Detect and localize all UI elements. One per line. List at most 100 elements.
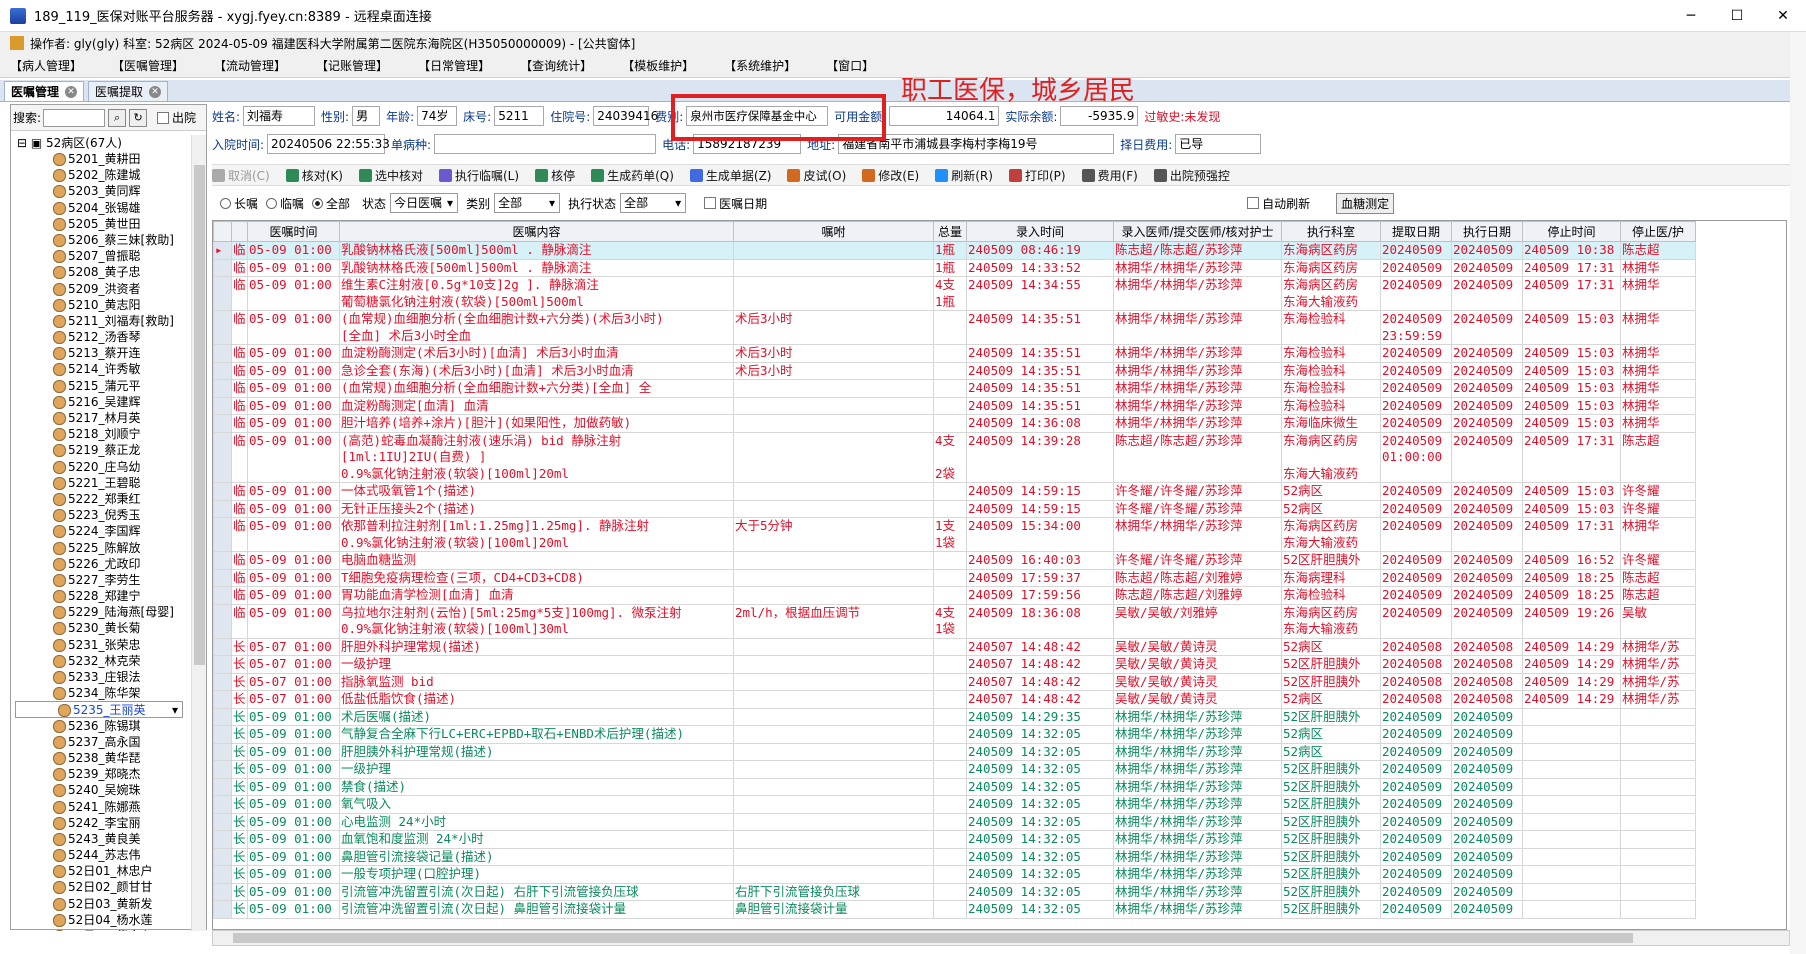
- menu-item[interactable]: 【窗口】: [826, 57, 874, 74]
- menu-item[interactable]: 【查询统计】: [520, 57, 592, 74]
- column-header[interactable]: 录入时间: [966, 221, 1114, 242]
- column-header[interactable]: 嘱咐: [733, 221, 934, 242]
- row-indicator[interactable]: [213, 344, 232, 363]
- row-indicator[interactable]: [213, 414, 232, 433]
- table-row[interactable]: 临 05-09 01:00 乳酸钠林格氏液[500ml]500ml . 静脉滴注 1瓶…: [213, 258, 1696, 277]
- patient-node[interactable]: 5243_黄良美: [11, 831, 191, 847]
- patient-node[interactable]: 5212_汤香琴: [11, 329, 191, 345]
- patient-node[interactable]: 5219_蔡正龙: [11, 442, 191, 458]
- search-input[interactable]: [43, 108, 106, 127]
- window-scrollbar[interactable]: [1790, 32, 1806, 954]
- patient-node[interactable]: 5235_王丽英: [15, 701, 183, 719]
- table-row[interactable]: 长 05-07 01:00 指脉氧监测 bid 240507 14:48:42 吴敏/吴…: [213, 672, 1696, 691]
- exec-status-select[interactable]: 全部: [620, 193, 687, 213]
- row-indicator[interactable]: [213, 603, 232, 639]
- refresh-icon[interactable]: ↻: [129, 108, 148, 127]
- execute-temp-button[interactable]: 执行临嘱(L): [439, 167, 519, 184]
- patient-node[interactable]: 5205_黄世田: [11, 216, 191, 232]
- row-indicator[interactable]: [213, 690, 232, 709]
- row-indicator[interactable]: [213, 725, 232, 744]
- table-row[interactable]: 临 05-09 01:00 电脑血糖监测 240509 16:40:03 许冬耀/许冬耀…: [213, 551, 1696, 570]
- skin-test-button[interactable]: 皮试(O): [787, 167, 846, 184]
- check-stop-button[interactable]: 核停: [535, 167, 575, 184]
- menu-item[interactable]: 【系统维护】: [724, 57, 796, 74]
- tree-root[interactable]: ⊟ ▣ 52病区(67人): [11, 135, 191, 151]
- scroll-thumb[interactable]: [194, 165, 205, 665]
- table-row[interactable]: 长 05-09 01:00 一般专项护理(口腔护理) 240509 14:32:05 林…: [213, 865, 1696, 884]
- patient-node[interactable]: 5214_许秀敏: [11, 361, 191, 377]
- temp-order-radio[interactable]: [266, 197, 278, 209]
- all-order-radio[interactable]: [312, 197, 324, 209]
- row-indicator[interactable]: [213, 276, 232, 311]
- patient-node[interactable]: 5229_陆海燕[母婴]: [11, 604, 191, 620]
- table-row[interactable]: 长 05-09 01:00 肝胆胰外科护理常规(描述) 240509 14:32:05…: [213, 742, 1696, 761]
- patient-node[interactable]: 5240_吴婉珠: [11, 782, 191, 798]
- table-row[interactable]: 临 05-09 01:00 T细胞免疫病理检查(三项，CD4+CD3+CD8) 240…: [213, 568, 1696, 587]
- type-select[interactable]: 全部: [494, 193, 561, 213]
- table-row[interactable]: 长 05-09 01:00 气静复合全麻下行LC+ERC+EPBD+取石+ENBD术…: [213, 725, 1696, 744]
- maximize-button[interactable]: ☐: [1714, 0, 1760, 32]
- row-indicator[interactable]: [213, 847, 232, 866]
- row-indicator[interactable]: [213, 900, 232, 919]
- patient-node[interactable]: 5236_陈锡琪: [11, 718, 191, 734]
- patient-node[interactable]: 5244_苏志伟: [11, 847, 191, 863]
- tab-order-management[interactable]: 医嘱管理 ✕: [4, 81, 85, 101]
- patient-node[interactable]: 5222_郑秉红: [11, 491, 191, 507]
- row-indicator[interactable]: [213, 672, 232, 691]
- patient-node[interactable]: 5210_黄志阳: [11, 297, 191, 313]
- patient-node[interactable]: 5225_陈解放: [11, 540, 191, 556]
- modify-button[interactable]: 修改(E): [862, 167, 919, 184]
- row-indicator[interactable]: [213, 830, 232, 849]
- column-header[interactable]: 停止医/护: [1620, 221, 1696, 242]
- patient-node[interactable]: 5226_尤政印: [11, 556, 191, 572]
- row-indicator[interactable]: [213, 865, 232, 884]
- row-indicator[interactable]: [213, 637, 232, 656]
- patient-node[interactable]: 5239_郑晓杰: [11, 766, 191, 782]
- table-row[interactable]: 临 05-09 01:00 依那普利拉注射剂[1ml:1.25mg]1.25mg].…: [213, 517, 1696, 552]
- table-row[interactable]: 临 05-09 01:00 血淀粉酶测定[血清] 血清 240509 14:35:51…: [213, 396, 1696, 415]
- table-row[interactable]: 临 05-09 01:00 胃功能血清学检测[血清] 血清 240509 17:59:…: [213, 586, 1696, 605]
- column-header[interactable]: 总量: [933, 221, 967, 242]
- long-order-radio[interactable]: [220, 197, 231, 209]
- patient-node[interactable]: 5221_王碧聪: [11, 475, 191, 491]
- table-row[interactable]: 临 05-09 01:00 无针正压接头2个(描述) 240509 14:59:15 许…: [213, 499, 1696, 518]
- menu-item[interactable]: 【流动管理】: [214, 57, 286, 74]
- column-header[interactable]: 录入医师/提交医师/核对护士: [1113, 221, 1282, 242]
- tab-order-extract[interactable]: 医嘱提取 ✕: [88, 81, 169, 101]
- patient-node[interactable]: 5215_蒲元平: [11, 378, 191, 394]
- table-row[interactable]: 长 05-09 01:00 禁食(描述) 240509 14:32:05 林拥华/林拥华…: [213, 777, 1696, 796]
- column-header[interactable]: 执行科室: [1281, 221, 1381, 242]
- patient-node[interactable]: 5230_黄长菊: [11, 620, 191, 636]
- table-row[interactable]: 长 05-07 01:00 一级护理 240507 14:48:42 吴敏/吴敏/黄诗灵…: [213, 655, 1696, 674]
- blood-sugar-button[interactable]: 血糖测定: [1336, 192, 1395, 214]
- patient-node[interactable]: 5220_庄乌幼: [11, 459, 191, 475]
- patient-node[interactable]: 5224_李国辉: [11, 523, 191, 539]
- patient-node[interactable]: 5207_曾振聪: [11, 248, 191, 264]
- patient-node[interactable]: 52日05_倪安心: [11, 928, 191, 931]
- row-indicator[interactable]: [213, 707, 232, 726]
- patient-node[interactable]: 5231_张荣忠: [11, 637, 191, 653]
- table-row[interactable]: 长 05-09 01:00 一级护理 240509 14:32:05 林拥华/林拥华/苏…: [213, 760, 1696, 779]
- patient-node[interactable]: 5217_林月英: [11, 410, 191, 426]
- row-indicator[interactable]: [213, 655, 232, 674]
- table-row[interactable]: 临 05-09 01:00 乌拉地尔注射剂(云怡)[5ml:25mg*5支]100m…: [213, 603, 1696, 639]
- column-header[interactable]: 提取日期: [1380, 221, 1452, 242]
- row-indicator[interactable]: [213, 482, 232, 501]
- patient-node[interactable]: 5232_林克荣: [11, 653, 191, 669]
- print-button[interactable]: 打印(P): [1008, 167, 1066, 184]
- minimize-button[interactable]: ─: [1668, 0, 1714, 32]
- row-indicator[interactable]: [213, 812, 232, 831]
- row-indicator[interactable]: [213, 586, 232, 605]
- row-indicator[interactable]: [213, 760, 232, 779]
- table-row[interactable]: 临 05-09 01:00 维生素C注射液[0.5g*10支]2g ]. 静脉滴注葡…: [213, 276, 1696, 311]
- table-row[interactable]: 长 05-07 01:00 低盐低脂饮食(描述) 240507 14:48:42 吴敏/…: [213, 690, 1696, 709]
- patient-node[interactable]: 5208_黄子忠: [11, 264, 191, 280]
- row-indicator[interactable]: [213, 777, 232, 796]
- table-row[interactable]: 临 05-09 01:00 (血常规)血细胞分析(全血细胞计数+六分类)(术后3小时…: [213, 310, 1696, 345]
- row-indicator[interactable]: [213, 517, 232, 552]
- menu-item[interactable]: 【病人管理】: [10, 57, 82, 74]
- patient-node[interactable]: 5234_陈华架: [11, 685, 191, 701]
- discharge-control-button[interactable]: 出院预强控: [1153, 167, 1230, 184]
- menu-item[interactable]: 【记账管理】: [316, 57, 388, 74]
- patient-node[interactable]: 5237_高永国: [11, 734, 191, 750]
